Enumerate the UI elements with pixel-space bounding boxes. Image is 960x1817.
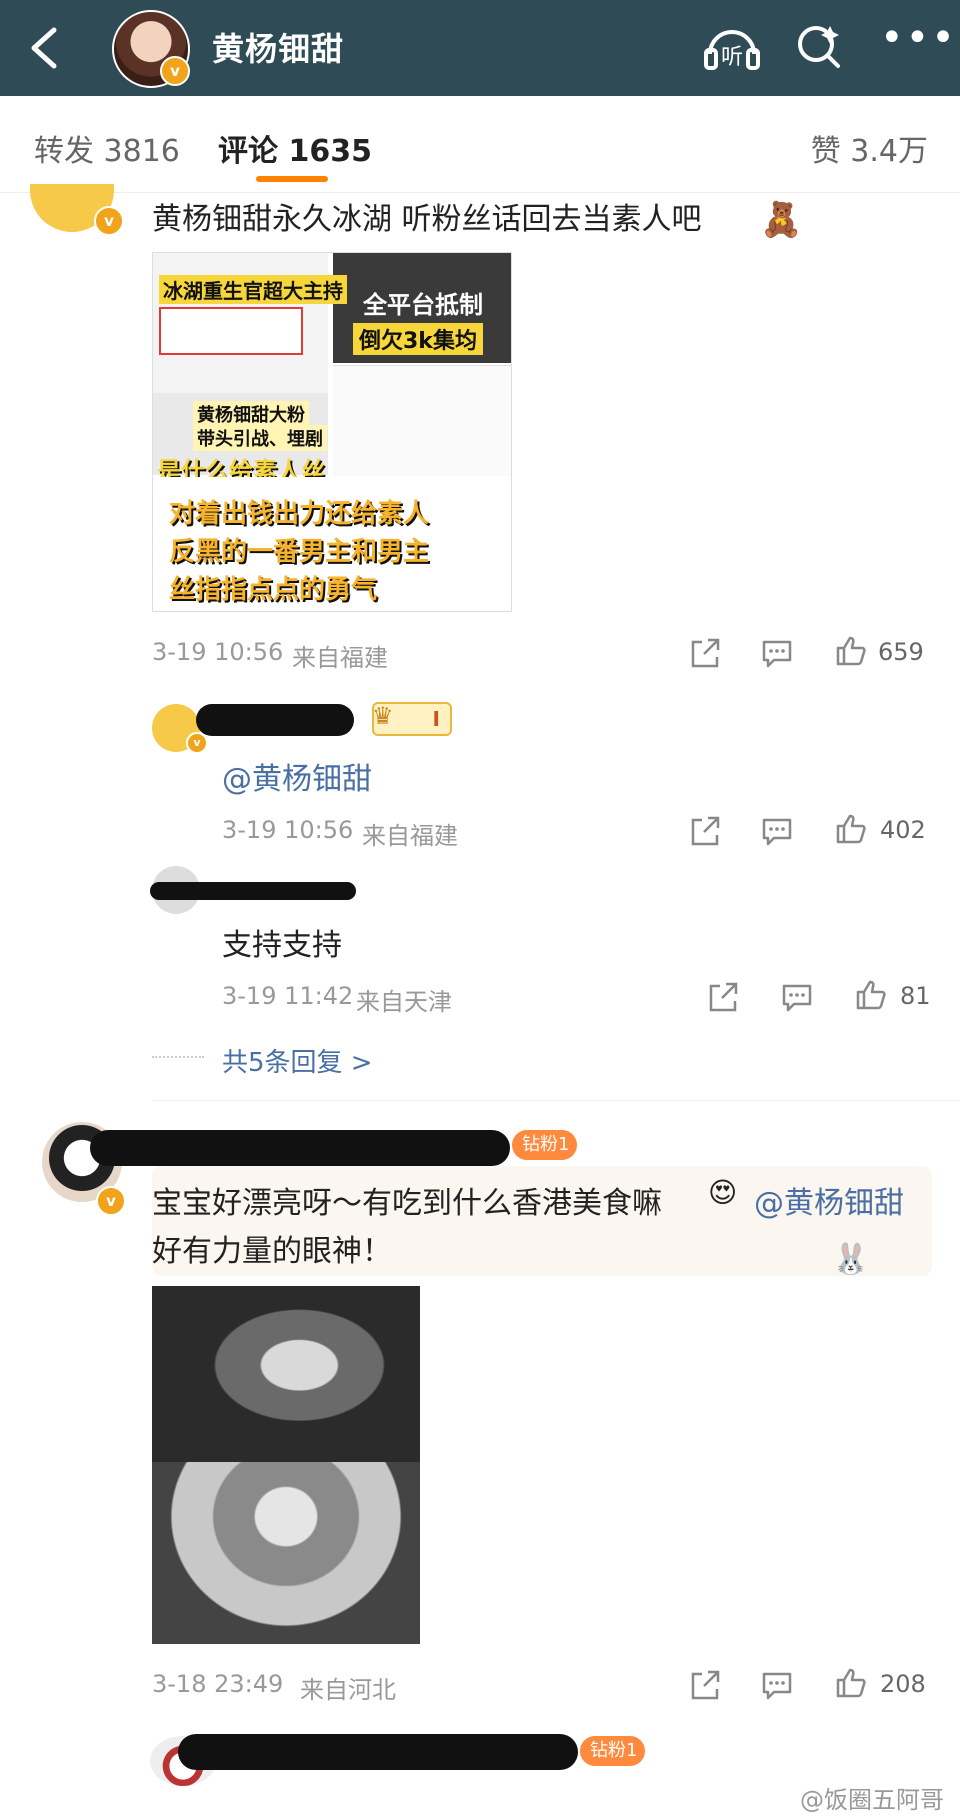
comment-text: 好有力量的眼神！ — [152, 1234, 392, 1269]
comment-text: 宝宝好漂亮呀～有吃到什么香港美食嘛 — [152, 1186, 662, 1221]
reply-icon[interactable] — [760, 814, 794, 848]
like-count: 659 — [878, 638, 924, 666]
fan-badge: 钻粉1 — [580, 1736, 646, 1766]
reply-text: 支持支持 — [222, 928, 342, 963]
listen-icon[interactable]: 听 — [702, 20, 762, 72]
like-count: 81 — [900, 982, 931, 1010]
active-tab-indicator — [256, 176, 328, 182]
share-icon[interactable] — [688, 814, 722, 848]
listen-label: 听 — [721, 45, 743, 70]
like-icon[interactable] — [834, 634, 868, 668]
comment-image[interactable]: 冰湖重生官超大主持 全平台抵制 倒欠3k集均 黄杨钿甜大粉 带头引战、埋剧 是什… — [152, 252, 512, 612]
verified-badge-icon: v — [96, 1186, 126, 1216]
reply-location: 来自福建 — [362, 822, 458, 850]
top-bar: v 黄杨钿甜 听 ••• — [0, 0, 960, 96]
mention-link[interactable]: @黄杨钿甜 — [222, 754, 372, 798]
decor-icon: 🧸 — [760, 200, 803, 240]
like-count: 402 — [880, 816, 926, 844]
comment-text: 黄杨钿甜永久冰湖 听粉丝话回去当素人吧 — [152, 202, 702, 237]
page-title[interactable]: 黄杨钿甜 — [212, 24, 344, 70]
share-icon[interactable] — [706, 980, 740, 1014]
comment-location: 来自河北 — [300, 1676, 396, 1704]
share-icon[interactable] — [688, 1668, 722, 1702]
reply-icon[interactable] — [780, 980, 814, 1014]
more-replies-link[interactable]: 共5条回复 > — [222, 1042, 373, 1079]
image-caption: 全平台抵制 — [363, 291, 483, 319]
decor-icon: 🐰 — [832, 1242, 870, 1277]
image-caption: 冰湖重生官超大主持 — [159, 275, 347, 304]
divider — [152, 1056, 204, 1058]
verified-badge-icon: v — [94, 206, 124, 236]
verified-badge-icon: v — [186, 732, 208, 754]
image-caption: 反黑的一番男主和男主 — [169, 537, 430, 567]
back-arrow-icon[interactable] — [22, 22, 66, 74]
tab-bar: 转发 3816 评论 1635 赞 3.4万 — [0, 96, 960, 193]
fan-badge: 钻粉1 — [512, 1130, 578, 1160]
tab-like[interactable]: 赞 3.4万 — [811, 126, 928, 170]
comment-time: 3-18 23:49 — [152, 1670, 284, 1698]
image-caption: 带头引战、埋剧 — [193, 425, 327, 451]
image-caption: 对着出钱出力还给素人 — [169, 499, 430, 529]
heart-eyes-icon: 😍 — [708, 1176, 738, 1209]
like-count: 208 — [880, 1670, 926, 1698]
image-caption: 倒欠3k集均 — [353, 323, 483, 355]
redacted-username — [196, 704, 354, 736]
comment-divider — [152, 1100, 960, 1101]
redacted-username — [90, 1130, 510, 1166]
comment-time: 3-19 10:56 — [152, 638, 284, 666]
tab-repost[interactable]: 转发 3816 — [34, 126, 180, 170]
like-icon[interactable] — [854, 978, 888, 1012]
comment-location: 来自福建 — [292, 644, 388, 672]
share-icon[interactable] — [688, 636, 722, 670]
reply-location: 来自天津 — [356, 988, 452, 1016]
reply-time: 3-19 11:42 — [222, 982, 354, 1010]
redacted-username — [150, 882, 356, 900]
comment-image[interactable] — [152, 1286, 420, 1644]
more-options-icon[interactable]: ••• — [880, 18, 955, 62]
verified-badge-icon: v — [160, 56, 190, 86]
mention-link[interactable]: @黄杨钿甜 — [754, 1178, 904, 1222]
watermark: @饭圈五阿哥 — [800, 1786, 944, 1814]
tab-comment[interactable]: 评论 1635 — [218, 126, 372, 170]
image-caption: 黄杨钿甜大粉 — [193, 401, 309, 427]
screenshot-box — [159, 307, 303, 355]
reply-icon[interactable] — [760, 636, 794, 670]
image-caption: 丝指指点点的勇气 — [169, 575, 378, 605]
reply-icon[interactable] — [760, 1668, 794, 1702]
reply-time: 3-19 10:56 — [222, 816, 354, 844]
search-icon[interactable] — [794, 20, 844, 72]
like-icon[interactable] — [834, 812, 868, 846]
like-icon[interactable] — [834, 1666, 868, 1700]
redacted-username — [178, 1734, 578, 1770]
crown-icon: ♛ — [372, 702, 394, 730]
